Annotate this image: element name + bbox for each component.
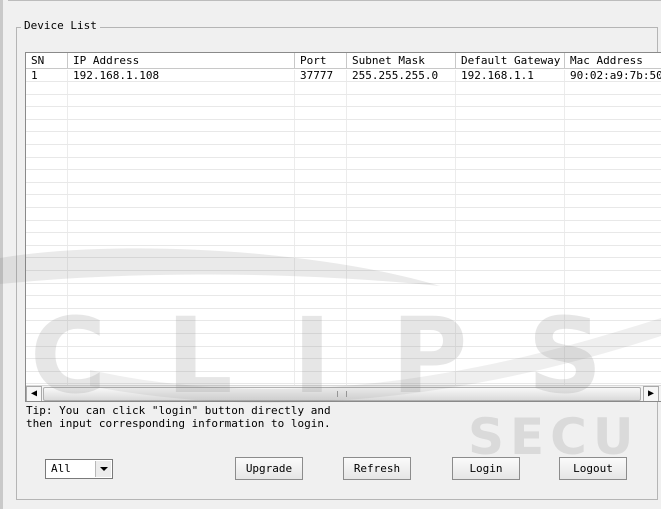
table-row <box>26 360 661 372</box>
table-row <box>26 183 661 196</box>
triangle-right-icon[interactable]: ▶ <box>643 386 659 401</box>
tip-line-2: then input corresponding information to … <box>26 417 331 430</box>
table-row <box>26 347 661 360</box>
tip-text: Tip: You can click "login" button direct… <box>26 404 331 430</box>
horizontal-scrollbar[interactable]: ◀ ▶ <box>26 385 661 401</box>
scrollbar-grip <box>337 391 347 397</box>
table-row <box>26 272 661 284</box>
table-row <box>26 158 661 171</box>
table-row <box>26 284 661 297</box>
table-row <box>26 309 661 322</box>
table-row <box>26 196 661 208</box>
table-row <box>26 209 661 221</box>
column-header-ip-address[interactable]: IP Address <box>68 53 295 69</box>
logout-button[interactable]: Logout <box>559 457 627 480</box>
table-row <box>26 83 661 95</box>
device-list-title: Device List <box>21 19 100 33</box>
window-left-edge <box>0 0 3 509</box>
table-row <box>26 95 661 108</box>
login-button[interactable]: Login <box>452 457 520 480</box>
table-row <box>26 120 661 133</box>
window-top-border <box>8 0 661 1</box>
column-header-subnet-mask[interactable]: Subnet Mask <box>347 53 456 69</box>
table-row <box>26 234 661 246</box>
table-row <box>26 297 661 309</box>
table-row <box>26 146 661 158</box>
cell-subnet-mask: 255.255.255.0 <box>352 70 439 82</box>
scrollbar-thumb[interactable] <box>43 387 641 401</box>
column-header-port[interactable]: Port <box>295 53 347 69</box>
table-row <box>26 108 661 120</box>
cell-sn: 1 <box>31 70 38 82</box>
table-row <box>26 221 661 234</box>
cell-ip-address: 192.168.1.108 <box>73 70 160 82</box>
filter-select[interactable]: All <box>45 459 113 479</box>
table-row <box>26 322 661 334</box>
cell-mac-address: 90:02:a9:7b:50 <box>570 70 661 82</box>
table-row[interactable]: 1 192.168.1.108 37777 255.255.255.0 192.168.… <box>26 70 661 82</box>
table-row <box>26 133 661 145</box>
tip-line-1: Tip: You can click "login" button direct… <box>26 404 331 417</box>
refresh-button[interactable]: Refresh <box>343 457 411 480</box>
device-table: SN IP Address Port Subnet Mask Default G… <box>25 52 661 402</box>
triangle-left-icon[interactable]: ◀ <box>26 386 42 401</box>
upgrade-button[interactable]: Upgrade <box>235 457 303 480</box>
cell-default-gateway: 192.168.1.1 <box>461 70 534 82</box>
table-row <box>26 259 661 271</box>
table-row <box>26 246 661 259</box>
table-row <box>26 335 661 347</box>
chevron-down-icon[interactable] <box>95 461 111 477</box>
table-row <box>26 372 661 385</box>
table-row <box>26 171 661 183</box>
cell-port: 37777 <box>300 70 334 82</box>
column-header-sn[interactable]: SN <box>26 53 68 69</box>
filter-select-value: All <box>51 462 71 475</box>
table-header: SN IP Address Port Subnet Mask Default G… <box>26 53 661 70</box>
column-header-mac-address[interactable]: Mac Address <box>565 53 661 69</box>
column-header-default-gateway[interactable]: Default Gateway <box>456 53 565 69</box>
